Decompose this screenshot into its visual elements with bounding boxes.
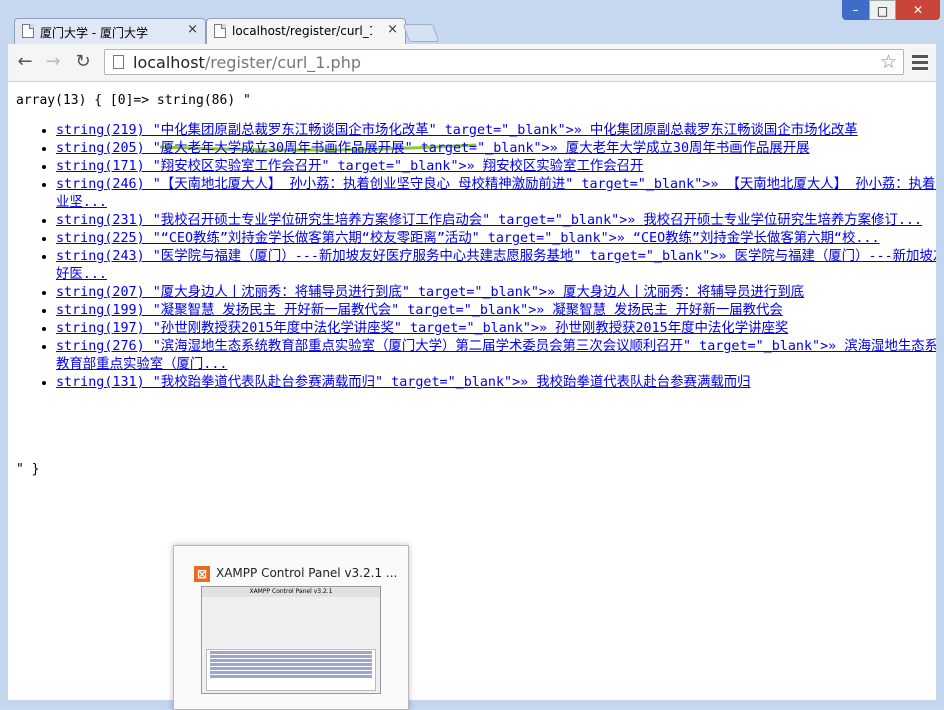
title-bar: 厦门大学 - 厦门大学 × localhost/register/curl_1 … bbox=[0, 0, 944, 44]
tab-close-icon[interactable]: × bbox=[387, 22, 398, 37]
dump-footer: " } bbox=[16, 462, 40, 477]
list-item: string(231) "我校召开硕士专业学位研究生培养方案修订工作启动会" t… bbox=[56, 212, 936, 230]
news-link[interactable]: string(219) "中化集团原副总裁罗东江畅谈国企市场化改革" targe… bbox=[56, 123, 858, 138]
tab-localhost[interactable]: localhost/register/curl_1 × bbox=[206, 18, 406, 44]
close-button[interactable]: ✕ bbox=[896, 0, 940, 20]
forward-arrow-icon[interactable]: → bbox=[42, 52, 64, 74]
news-link[interactable]: string(231) "我校召开硕士专业学位研究生培养方案修订工作启动会" t… bbox=[56, 213, 922, 228]
maximize-button[interactable]: □ bbox=[869, 0, 896, 20]
list-item: string(207) "厦大身边人丨沈丽秀：将辅导员进行到底" target=… bbox=[56, 284, 936, 302]
tab-close-icon[interactable]: × bbox=[187, 22, 198, 37]
list-item: string(246) "【天南地北厦大人】 孙小荔：执着创业坚守良心 母校精神… bbox=[56, 176, 936, 212]
browser-toolbar: ← → ↻ localhost/register/curl_1.php ☆ bbox=[8, 44, 936, 82]
list-item: string(205) "厦大老年大学成立30周年书画作品展开展" target… bbox=[56, 140, 936, 158]
minimize-button[interactable]: – bbox=[842, 0, 869, 20]
tab-xmu[interactable]: 厦门大学 - 厦门大学 × bbox=[14, 18, 206, 44]
news-link[interactable]: string(246) "【天南地北厦大人】 孙小荔：执着创业坚守良心 母校精神… bbox=[56, 177, 936, 210]
page-icon bbox=[113, 55, 124, 69]
news-link[interactable]: string(131) "我校跆拳道代表队赴台参赛满载而归" target="_… bbox=[56, 375, 751, 390]
news-link[interactable]: string(225) "“CEO教练”刘持金学长做客第六期“校友零距离”活动"… bbox=[56, 231, 880, 246]
news-link[interactable]: string(199) "凝聚智慧 发扬民主 开好新一届教代会" target=… bbox=[56, 303, 783, 318]
back-arrow-icon[interactable]: ← bbox=[14, 52, 36, 74]
address-bar[interactable]: localhost/register/curl_1.php ☆ bbox=[104, 49, 904, 75]
news-link[interactable]: string(276) "滨海湿地生态系统教育部重点实验室（厦门大学）第二届学术… bbox=[56, 339, 936, 372]
tab-label: 厦门大学 - 厦门大学 bbox=[40, 26, 148, 40]
list-item: string(219) "中化集团原副总裁罗东江畅谈国企市场化改革" targe… bbox=[56, 122, 936, 140]
dump-header: array(13) { [0]=> string(86) " bbox=[16, 93, 251, 108]
thumbnail-title: XAMPP Control Panel v3.2.1 bbox=[202, 587, 380, 597]
taskbar-preview[interactable]: ⊠ XAMPP Control Panel v3.2.1 ... XAMPP C… bbox=[173, 545, 409, 710]
reload-icon[interactable]: ↻ bbox=[72, 52, 94, 74]
news-link[interactable]: string(197) "孙世刚教授获2015年度中法化学讲座奖" target… bbox=[56, 321, 788, 336]
list-item: string(199) "凝聚智慧 发扬民主 开好新一届教代会" target=… bbox=[56, 302, 936, 320]
preview-thumbnail[interactable]: XAMPP Control Panel v3.2.1 bbox=[201, 586, 381, 694]
url-text: localhost/register/curl_1.php bbox=[133, 53, 361, 72]
list-item: string(197) "孙世刚教授获2015年度中法化学讲座奖" target… bbox=[56, 320, 936, 338]
list-item: string(243) "医学院与福建（厦门）---新加坡友好医疗服务中心共建志… bbox=[56, 248, 936, 284]
link-list: string(219) "中化集团原副总裁罗东江畅谈国企市场化改革" targe… bbox=[28, 122, 936, 392]
news-link[interactable]: string(171) "翔安校区实验室工作会召开" target="_blan… bbox=[56, 159, 643, 174]
thumbnail-log bbox=[206, 649, 376, 691]
page-icon bbox=[214, 24, 226, 38]
list-item: string(225) "“CEO教练”刘持金学长做客第六期“校友零距离”活动"… bbox=[56, 230, 936, 248]
news-link[interactable]: string(243) "医学院与福建（厦门）---新加坡友好医疗服务中心共建志… bbox=[56, 249, 936, 282]
list-item: string(171) "翔安校区实验室工作会召开" target="_blan… bbox=[56, 158, 936, 176]
menu-icon[interactable] bbox=[910, 52, 930, 72]
page-content: array(13) { [0]=> string(86) " string(21… bbox=[8, 82, 936, 700]
news-link[interactable]: string(205) "厦大老年大学成立30周年书画作品展开展" target… bbox=[56, 141, 810, 156]
news-link[interactable]: string(207) "厦大身边人丨沈丽秀：将辅导员进行到底" target=… bbox=[56, 285, 804, 300]
bookmark-star-icon[interactable]: ☆ bbox=[880, 51, 897, 73]
tab-label: localhost/register/curl_1 bbox=[232, 24, 372, 38]
browser-window: 厦门大学 - 厦门大学 × localhost/register/curl_1 … bbox=[0, 0, 944, 710]
preview-title: XAMPP Control Panel v3.2.1 ... bbox=[216, 566, 398, 580]
list-item: string(276) "滨海湿地生态系统教育部重点实验室（厦门大学）第二届学术… bbox=[56, 338, 936, 374]
page-icon bbox=[22, 24, 34, 38]
new-tab-button[interactable] bbox=[402, 24, 440, 42]
xampp-icon: ⊠ bbox=[194, 566, 210, 582]
list-item: string(131) "我校跆拳道代表队赴台参赛满载而归" target="_… bbox=[56, 374, 936, 392]
